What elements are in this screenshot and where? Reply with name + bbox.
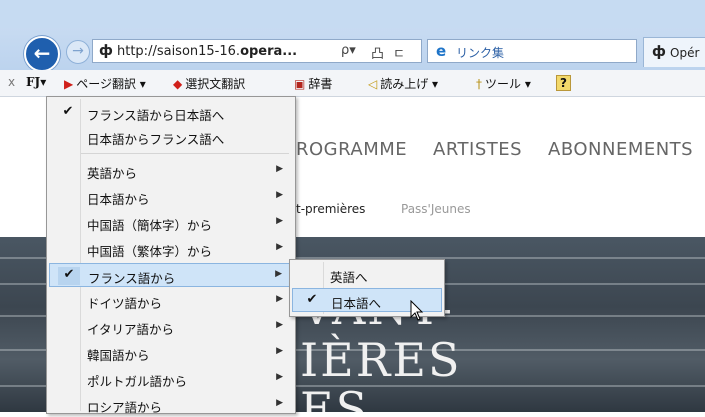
- forward-button[interactable]: →: [66, 40, 90, 64]
- refresh-icon[interactable]: ㄷ: [393, 43, 405, 62]
- translation-toolbar: x FJ▾ ▶ ページ翻訳 ▾ ◆ 選択文翻訳 ▣ 辞書 ◁ 読み上げ ▾ † ツール ▾…: [0, 70, 705, 97]
- site-favicon-icon: ф: [99, 43, 113, 59]
- submenu-arrow-icon: ▶: [276, 372, 283, 382]
- tab-opera-label: Opér: [670, 46, 700, 60]
- submenu-arrow-icon: ▶: [276, 216, 283, 226]
- dictionary-icon: ▣: [294, 77, 306, 91]
- title-strip: [0, 0, 705, 28]
- menu-item-label: 日本語からフランス語へ: [87, 132, 225, 147]
- menu-separator: [81, 153, 289, 154]
- security-icon[interactable]: 凸: [371, 43, 384, 62]
- menu-item[interactable]: ポルトガル語から ▶: [49, 367, 293, 391]
- submenu-arrow-icon: ▶: [276, 242, 283, 252]
- checkmark-icon: ✔: [306, 292, 318, 307]
- tab-links-label: リンク集: [456, 46, 505, 60]
- speaker-icon: ◁: [368, 77, 378, 91]
- fj-menu-button[interactable]: FJ▾: [26, 75, 46, 89]
- nav-programme[interactable]: ROGRAMME: [296, 139, 407, 160]
- menu-item[interactable]: 韓国語から ▶: [49, 341, 293, 365]
- url-field[interactable]: ф http://saison15-16.opera... ρ▾ 凸 ㄷ: [92, 39, 422, 63]
- tab-links[interactable]: e リンク集: [427, 39, 637, 63]
- menu-item-label: 中国語（簡体字）から: [87, 218, 213, 233]
- nav-abonnements[interactable]: ABONNEMENTS: [548, 139, 693, 160]
- menu-item-label: ロシア語から: [87, 400, 163, 415]
- language-menu: ✔ フランス語から日本語へ 日本語からフランス語へ 英語から ▶ 日本語から ▶ 中国語（簡体…: [46, 96, 296, 417]
- checkmark-icon: ✔: [62, 104, 74, 119]
- menu-item[interactable]: 英語から ▶: [49, 159, 293, 183]
- site-favicon-icon: ф: [652, 44, 666, 60]
- tools-button[interactable]: † ツール ▾: [476, 75, 531, 92]
- submenu-arrow-icon: ▶: [275, 269, 282, 279]
- menu-item-label: ポルトガル語から: [87, 374, 188, 389]
- submenu-arrow-icon: ▶: [276, 190, 283, 200]
- search-dropdown-icon[interactable]: ρ▾: [341, 43, 356, 58]
- menu-item[interactable]: 日本語から ▶: [49, 185, 293, 209]
- menu-item-label: 英語から: [87, 166, 138, 181]
- dictionary-button[interactable]: ▣ 辞書: [294, 75, 332, 92]
- menu-item[interactable]: 日本語からフランス語へ: [49, 125, 293, 149]
- menu-item[interactable]: ドイツ語から ▶: [49, 289, 293, 313]
- nav-artistes[interactable]: ARTISTES: [433, 139, 522, 160]
- play-icon: ▶: [64, 77, 74, 91]
- hero-title-line-3: ES: [300, 382, 370, 412]
- submenu-arrow-icon: ▶: [276, 320, 283, 330]
- menu-item-label: ドイツ語から: [87, 296, 163, 311]
- submenu-arrow-icon: ▶: [276, 398, 283, 408]
- menu-item[interactable]: 中国語（繁体字）から ▶: [49, 237, 293, 261]
- menu-item[interactable]: 中国語（簡体字）から ▶: [49, 211, 293, 235]
- toolbar-close-button[interactable]: x: [8, 75, 15, 89]
- wrench-icon: †: [476, 77, 482, 91]
- menu-item[interactable]: ✔ フランス語から ▶: [49, 263, 293, 287]
- menu-item-label: フランス語から日本語へ: [87, 108, 225, 123]
- menu-item-label: フランス語から: [88, 271, 176, 286]
- submenu-item-label: 日本語へ: [331, 296, 382, 311]
- menu-item[interactable]: イタリア語から ▶: [49, 315, 293, 339]
- back-button[interactable]: ←: [24, 36, 60, 72]
- submenu-item-label: 英語へ: [330, 270, 368, 285]
- submenu-arrow-icon: ▶: [276, 164, 283, 174]
- hero-title-line-2: IÈRES: [300, 333, 462, 387]
- submenu-item[interactable]: 英語へ: [292, 263, 442, 287]
- selection-icon: ◆: [173, 77, 183, 91]
- mouse-cursor-icon: [410, 300, 424, 321]
- menu-item-label: イタリア語から: [87, 322, 175, 337]
- subnav-avant-premieres[interactable]: t-premières: [296, 202, 365, 216]
- address-bar-area: ← → ф http://saison15-16.opera... ρ▾ 凸 ㄷ…: [0, 0, 705, 72]
- submenu-arrow-icon: ▶: [276, 294, 283, 304]
- page-translate-button[interactable]: ▶ ページ翻訳 ▾: [64, 75, 146, 92]
- subnav-pass-jeunes[interactable]: Pass'Jeunes: [401, 202, 471, 216]
- read-aloud-button[interactable]: ◁ 読み上げ ▾: [368, 75, 438, 92]
- help-icon[interactable]: ?: [556, 75, 571, 91]
- menu-item-label: 日本語から: [87, 192, 150, 207]
- ie-logo-icon: e: [436, 42, 447, 60]
- menu-item-label: 韓国語から: [87, 348, 150, 363]
- submenu-arrow-icon: ▶: [276, 346, 283, 356]
- selection-translate-button[interactable]: ◆ 選択文翻訳: [173, 75, 245, 92]
- tab-opera[interactable]: ф Opér: [643, 37, 705, 67]
- checkmark-icon: ✔: [58, 267, 80, 285]
- menu-item[interactable]: ✔ フランス語から日本語へ: [49, 101, 293, 125]
- menu-item[interactable]: ロシア語から ▶: [49, 393, 293, 417]
- url-text: http://saison15-16.opera...: [117, 44, 298, 59]
- menu-item-label: 中国語（繁体字）から: [87, 244, 213, 259]
